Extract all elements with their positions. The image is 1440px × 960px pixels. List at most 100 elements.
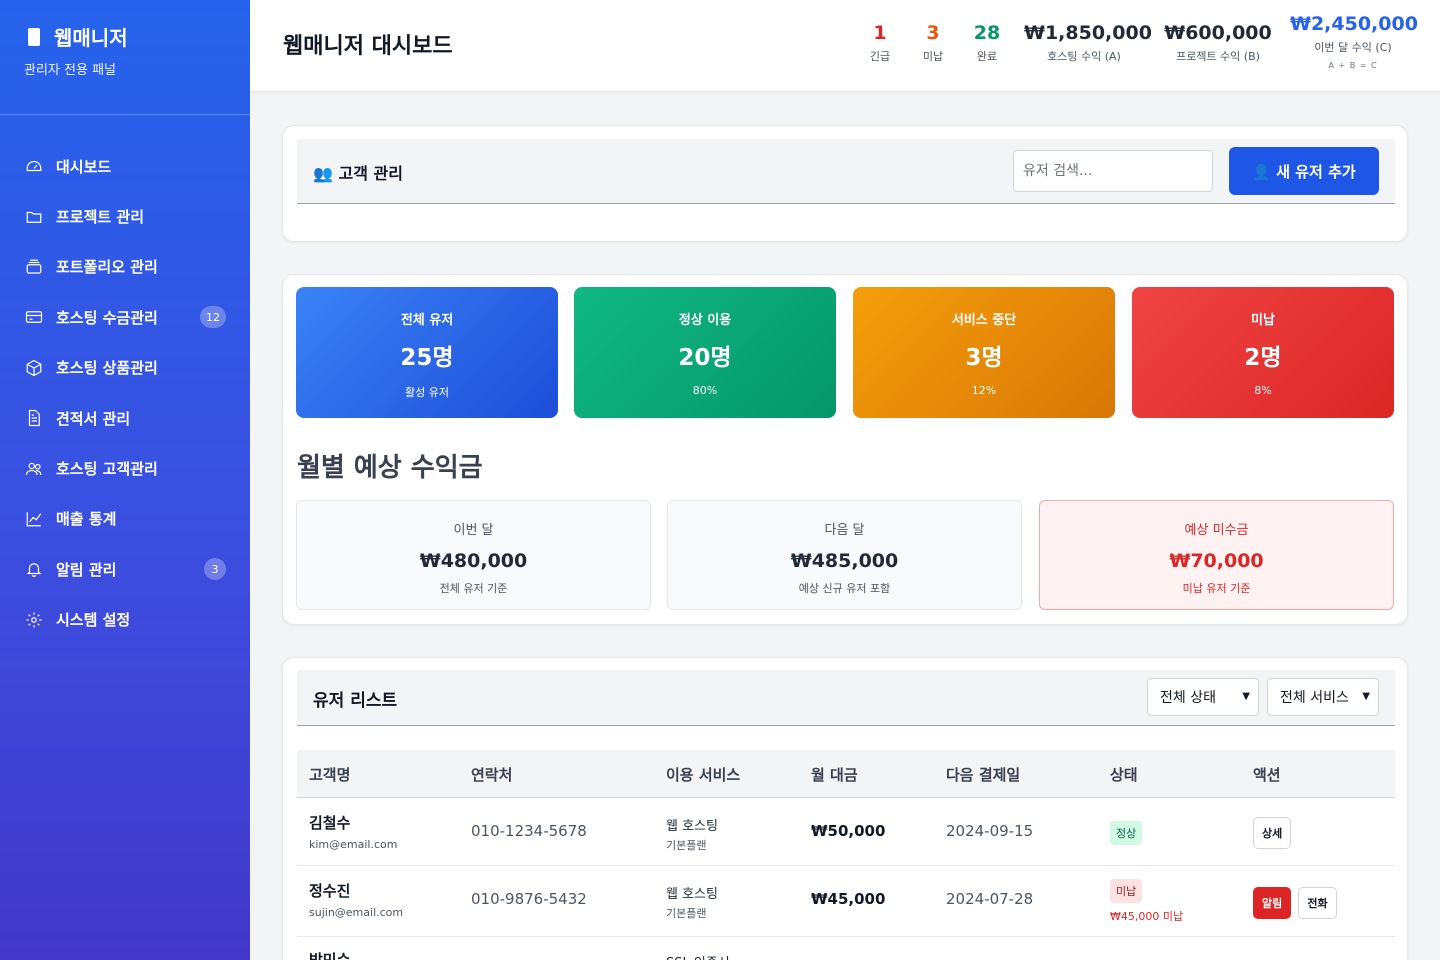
card-title: 정상 이용: [678, 313, 732, 328]
stat-formula: A + B = C: [1328, 61, 1378, 70]
service-name: 웹 호스팅: [666, 887, 718, 902]
sidebar-item-portfolio[interactable]: 포트폴리오 관리: [0, 242, 250, 292]
stat-label: 완료: [976, 50, 998, 63]
sidebar-item-quotes[interactable]: 견적서 관리: [0, 393, 250, 443]
customer-panel-header: 👥 고객 관리 👤 새 유저 추가: [297, 139, 1395, 204]
stat-label: 호스팅 수익 (A): [1047, 50, 1121, 63]
table-row[interactable]: 박민수 SSL 인증서: [297, 937, 1395, 960]
revenue-note: 미납 유저 기준: [1182, 582, 1251, 595]
service-filter-select[interactable]: 전체 서비스 ▼: [1267, 678, 1379, 716]
top-header: 웹매니저 대시보드 1 긴급 3 미납 28 완료 ₩1,850,000 호스팅…: [250, 0, 1440, 92]
revenue-label: 다음 달: [824, 523, 865, 538]
stat-value: ₩600,000: [1164, 22, 1272, 44]
customer-phone: 010-9876-5432: [471, 890, 587, 908]
user-search-input[interactable]: [1013, 150, 1213, 192]
revenue-this-month: 이번 달 ₩480,000 전체 유저 기준: [296, 500, 651, 610]
call-button[interactable]: 전화: [1298, 887, 1337, 919]
stat-done: 28 완료: [967, 22, 1007, 64]
portfolio-icon: [24, 257, 44, 277]
sidebar-item-hosting-products[interactable]: 호스팅 상품관리: [0, 343, 250, 393]
user-list-header: 유저 리스트 전체 상태 ▼ 전체 서비스 ▼: [297, 670, 1395, 726]
sidebar-item-label: 호스팅 수금관리: [56, 308, 158, 327]
sidebar-item-notifications[interactable]: 알림 관리 3: [0, 544, 250, 594]
stat-label: 이번 달 수익 (C): [1314, 41, 1392, 54]
column-header: 액션: [1253, 766, 1281, 784]
send-alert-button[interactable]: 알림: [1253, 887, 1292, 919]
revenue-value: ₩480,000: [419, 550, 528, 572]
sidebar-item-label: 매출 통계: [56, 510, 117, 529]
stat-unpaid: 3 미납: [915, 22, 951, 64]
unpaid-amount-note: ₩45,000 미납: [1110, 910, 1184, 923]
sidebar-item-sales-stats[interactable]: 매출 통계: [0, 494, 250, 544]
detail-button[interactable]: 상세: [1253, 817, 1292, 849]
sidebar-item-hosting-billing[interactable]: 호스팅 수금관리 12: [0, 292, 250, 342]
add-user-button[interactable]: 👤 새 유저 추가: [1229, 147, 1379, 195]
customer-name: 박민수: [309, 951, 351, 960]
next-payment-date: 2024-09-15: [946, 822, 1034, 840]
stat-urgent: 1 긴급: [862, 22, 898, 64]
logo-icon: [28, 27, 40, 46]
sidebar-item-projects[interactable]: 프로젝트 관리: [0, 191, 250, 241]
package-icon: [24, 358, 44, 378]
customer-email: kim@email.com: [309, 838, 398, 851]
status-badge: 미납: [1110, 879, 1143, 903]
table-header: 고객명 연락처 이용 서비스 월 대금 다음 결제일 상태 액션: [297, 750, 1395, 798]
stat-value: 28: [973, 22, 1001, 44]
chevron-down-icon: ▼: [1362, 691, 1370, 702]
card-subtext: 12%: [971, 384, 997, 397]
card-subtext: 80%: [692, 384, 718, 397]
summary-card-suspended: 서비스 중단 3명 12%: [853, 287, 1115, 418]
sidebar-item-label: 프로젝트 관리: [56, 208, 145, 227]
revenue-label: 이번 달: [453, 523, 494, 538]
sidebar-item-settings[interactable]: 시스템 설정: [0, 595, 250, 645]
status-badge: 정상: [1110, 821, 1143, 845]
chevron-down-icon: ▼: [1242, 691, 1250, 702]
revenue-next-month: 다음 달 ₩485,000 예상 신규 유저 포함: [667, 500, 1022, 610]
users-icon: [24, 459, 44, 479]
service-name: 웹 호스팅: [666, 819, 718, 834]
service-filter-value: 전체 서비스: [1280, 690, 1349, 706]
sidebar-item-label: 호스팅 고객관리: [56, 460, 158, 479]
stat-month-income: ₩2,450,000 이번 달 수익 (C) A + B = C: [1290, 13, 1418, 70]
status-filter-select[interactable]: 전체 상태 ▼: [1147, 678, 1259, 716]
summary-card-total-users: 전체 유저 25명 활성 유저: [296, 287, 558, 418]
status-filter-value: 전체 상태: [1160, 690, 1216, 706]
sidebar-item-label: 포트폴리오 관리: [56, 258, 158, 277]
stat-value: 3: [926, 22, 940, 44]
gear-icon: [24, 610, 44, 630]
sidebar-item-dashboard[interactable]: 대시보드: [0, 141, 250, 191]
card-value: 2명: [1244, 345, 1282, 371]
summary-panel: 전체 유저 25명 활성 유저 정상 이용 20명 80% 서비스 중단 3명 …: [282, 274, 1408, 625]
revenue-label: 예상 미수금: [1184, 523, 1249, 538]
stat-label: 긴급: [869, 50, 891, 63]
monthly-fee: ₩50,000: [811, 822, 886, 840]
stat-value: 1: [873, 22, 887, 44]
stat-value: ₩1,850,000: [1024, 22, 1152, 44]
count-badge: 12: [200, 306, 226, 329]
customer-phone: 010-1234-5678: [471, 822, 587, 840]
column-header: 고객명: [309, 766, 351, 784]
customer-panel-title: 👥 고객 관리: [313, 164, 403, 183]
brand-title: 웹매니저: [54, 26, 128, 50]
sidebar: 웹매니저 관리자 전용 패널 대시보드 프로젝트 관리 포트폴리오 관리 호스팅…: [0, 0, 250, 960]
stat-project-income: ₩600,000 프로젝트 수익 (B): [1162, 22, 1274, 64]
summary-card-unpaid: 미납 2명 8%: [1132, 287, 1394, 418]
sidebar-item-hosting-customers[interactable]: 호스팅 고객관리: [0, 443, 250, 493]
stat-label: 프로젝트 수익 (B): [1176, 50, 1260, 63]
customer-management-panel: 👥 고객 관리 👤 새 유저 추가: [282, 125, 1408, 242]
column-header: 이용 서비스: [666, 766, 741, 784]
brand-subtitle: 관리자 전용 패널: [24, 63, 116, 78]
sidebar-item-label: 견적서 관리: [56, 409, 131, 428]
card-value: 3명: [965, 345, 1003, 371]
card-title: 미납: [1251, 313, 1275, 328]
table-row[interactable]: 정수진 sujin@email.com 010-9876-5432 웹 호스팅 …: [297, 866, 1395, 937]
card-subtext: 8%: [1254, 384, 1272, 397]
monthly-fee: ₩45,000: [811, 890, 886, 908]
column-header: 월 대금: [811, 766, 858, 784]
customer-name: 정수진: [309, 882, 351, 900]
service-name: SSL 인증서: [666, 952, 730, 960]
card-title: 전체 유저: [400, 313, 454, 328]
bell-icon: [24, 559, 44, 579]
table-row[interactable]: 김철수 kim@email.com 010-1234-5678 웹 호스팅 기본…: [297, 799, 1395, 866]
customer-email: sujin@email.com: [309, 906, 404, 919]
